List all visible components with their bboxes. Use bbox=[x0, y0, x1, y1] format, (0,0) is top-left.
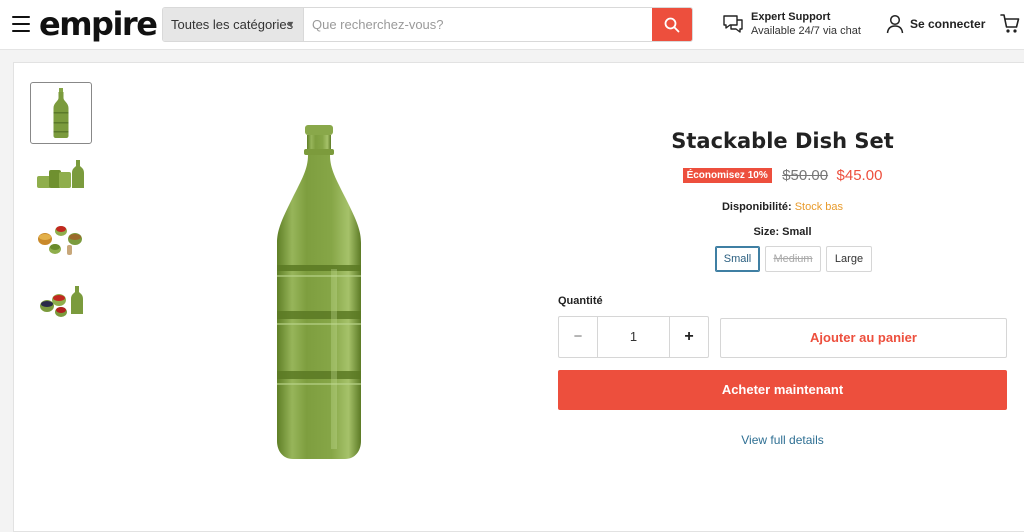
support-subtitle: Available 24/7 via chat bbox=[751, 25, 861, 37]
cart-button[interactable] bbox=[1000, 13, 1020, 40]
quantity-increase-button[interactable]: + bbox=[670, 317, 708, 357]
site-header: empire Toutes les catégories ▼ Expert Su… bbox=[0, 0, 1024, 50]
search-category-label: Toutes les catégories bbox=[171, 17, 294, 32]
login-label: Se connecter bbox=[910, 17, 986, 31]
thumbnail-bottle[interactable] bbox=[30, 82, 92, 144]
availability: Disponibilité: Stock bas bbox=[558, 201, 1007, 213]
product-title: Stackable Dish Set bbox=[671, 129, 894, 153]
quantity-input[interactable]: 1 bbox=[597, 317, 670, 357]
sale-price: $45.00 bbox=[836, 167, 883, 185]
chevron-down-icon: ▼ bbox=[286, 19, 295, 29]
product-main-image bbox=[277, 125, 361, 459]
availability-label: Disponibilité: bbox=[721, 201, 792, 213]
buy-now-button[interactable]: Acheter maintenant bbox=[558, 370, 1007, 410]
availability-value: Stock bas bbox=[794, 201, 844, 213]
size-option-large[interactable]: Large bbox=[826, 246, 872, 272]
bottle-thumbnail-image bbox=[53, 88, 69, 138]
size-option-small[interactable]: Small bbox=[715, 246, 760, 272]
quantity-stepper: − 1 + bbox=[558, 316, 709, 358]
user-icon bbox=[886, 14, 904, 34]
thumbnail-dish-set[interactable] bbox=[30, 145, 92, 207]
berries-thumbnail-image bbox=[40, 286, 83, 317]
price-row: Économisez 10% $50.00 $45.00 bbox=[558, 167, 1007, 185]
search-category-select[interactable]: Toutes les catégories ▼ bbox=[163, 8, 304, 41]
quantity-label: Quantité bbox=[558, 295, 603, 307]
thumbnail-filled-dishes[interactable] bbox=[30, 208, 92, 270]
thumbnail-berries[interactable] bbox=[30, 271, 92, 333]
size-option-medium[interactable]: Medium bbox=[765, 246, 821, 272]
site-logo[interactable]: empire bbox=[39, 5, 158, 43]
product-card: Stackable Dish Set Économisez 10% $50.00… bbox=[13, 62, 1024, 532]
dish-set-thumbnail-image bbox=[37, 160, 84, 188]
search-button[interactable] bbox=[652, 8, 692, 41]
filled-dishes-thumbnail-image bbox=[38, 226, 82, 255]
search-bar: Toutes les catégories ▼ bbox=[162, 7, 693, 42]
size-label: Size: Small bbox=[753, 226, 812, 238]
search-icon bbox=[664, 17, 680, 32]
view-full-details-link[interactable]: View full details bbox=[558, 433, 1007, 447]
search-input[interactable] bbox=[304, 8, 653, 41]
cart-icon bbox=[1000, 14, 1020, 33]
chat-icon bbox=[723, 15, 743, 33]
compare-at-price: $50.00 bbox=[782, 167, 829, 185]
menu-icon[interactable] bbox=[12, 16, 30, 32]
quantity-decrease-button[interactable]: − bbox=[559, 317, 597, 357]
support-title: Expert Support bbox=[751, 11, 831, 23]
add-to-cart-button[interactable]: Ajouter au panier bbox=[720, 318, 1007, 358]
discount-badge: Économisez 10% bbox=[682, 168, 772, 184]
